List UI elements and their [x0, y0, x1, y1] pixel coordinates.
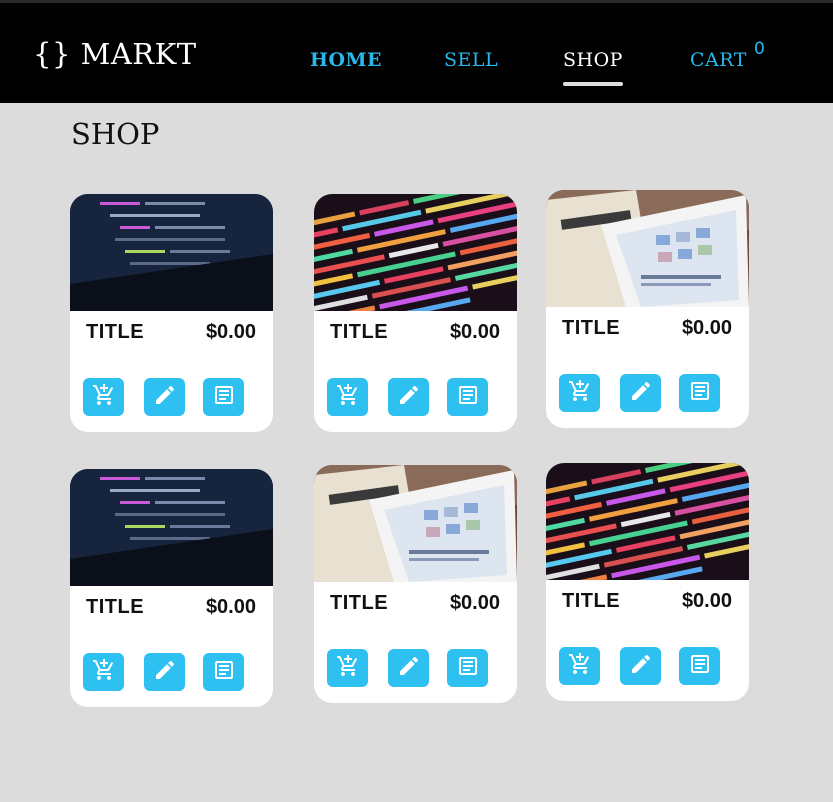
details-button[interactable] [203, 653, 244, 691]
product-image[interactable] [314, 194, 517, 311]
product-card: TITLE $0.00 [314, 465, 517, 703]
add-to-cart-button[interactable] [559, 647, 600, 685]
product-price: $0.00 [449, 592, 500, 614]
logo[interactable]: {} MARKT [33, 37, 197, 71]
document-icon [688, 652, 712, 681]
product-title: TITLE [562, 317, 621, 339]
add-cart-icon [568, 652, 592, 681]
pencil-icon [153, 658, 177, 687]
details-button[interactable] [447, 649, 488, 687]
pencil-icon [629, 379, 653, 408]
product-price: $0.00 [205, 321, 256, 343]
add-to-cart-button[interactable] [327, 378, 368, 416]
edit-button[interactable] [144, 378, 185, 416]
pencil-icon [629, 652, 653, 681]
document-icon [688, 379, 712, 408]
add-cart-icon [92, 383, 116, 412]
document-icon [456, 654, 480, 683]
nav-home[interactable]: HOME [310, 49, 382, 71]
add-to-cart-button[interactable] [559, 374, 600, 412]
add-cart-icon [568, 379, 592, 408]
add-cart-icon [336, 383, 360, 412]
add-cart-icon [336, 654, 360, 683]
details-button[interactable] [679, 647, 720, 685]
add-cart-icon [92, 658, 116, 687]
product-image[interactable] [314, 465, 517, 582]
add-to-cart-button[interactable] [83, 653, 124, 691]
document-icon [212, 658, 236, 687]
nav-cart[interactable]: CART [690, 49, 747, 71]
edit-button[interactable] [388, 649, 429, 687]
product-image[interactable] [70, 469, 273, 586]
edit-button[interactable] [620, 374, 661, 412]
nav-sell[interactable]: SELL [444, 49, 498, 71]
page-title: SHOP [71, 117, 160, 151]
product-card: TITLE $0.00 [70, 194, 273, 432]
product-image[interactable] [70, 194, 273, 311]
details-button[interactable] [203, 378, 244, 416]
product-card: TITLE $0.00 [314, 194, 517, 432]
details-button[interactable] [447, 378, 488, 416]
product-title: TITLE [330, 592, 389, 614]
product-title: TITLE [330, 321, 389, 343]
document-icon [456, 383, 480, 412]
product-title: TITLE [86, 321, 145, 343]
cart-count-badge: 0 [754, 39, 765, 59]
add-to-cart-button[interactable] [83, 378, 124, 416]
details-button[interactable] [679, 374, 720, 412]
navbar: {} MARKT HOME SELL SHOP CART 0 [0, 3, 833, 103]
product-image[interactable] [546, 463, 749, 580]
product-title: TITLE [86, 596, 145, 618]
edit-button[interactable] [388, 378, 429, 416]
document-icon [212, 383, 236, 412]
product-image[interactable] [546, 190, 749, 307]
product-card: TITLE $0.00 [546, 463, 749, 701]
pencil-icon [397, 654, 421, 683]
pencil-icon [153, 383, 177, 412]
product-price: $0.00 [681, 317, 732, 339]
product-title: TITLE [562, 590, 621, 612]
product-price: $0.00 [449, 321, 500, 343]
add-to-cart-button[interactable] [327, 649, 368, 687]
edit-button[interactable] [620, 647, 661, 685]
nav-shop[interactable]: SHOP [563, 49, 623, 86]
product-price: $0.00 [205, 596, 256, 618]
edit-button[interactable] [144, 653, 185, 691]
product-card: TITLE $0.00 [546, 190, 749, 428]
product-price: $0.00 [681, 590, 732, 612]
pencil-icon [397, 383, 421, 412]
product-card: TITLE $0.00 [70, 469, 273, 707]
